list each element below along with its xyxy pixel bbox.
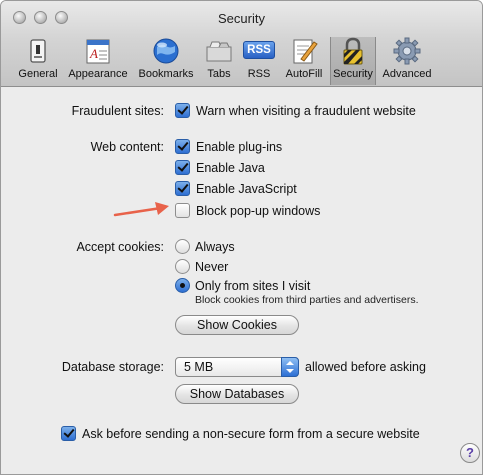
checkbox-box[interactable]: [175, 160, 190, 175]
checkbox-box[interactable]: [175, 181, 190, 196]
title-bar: Security General A Appearance Bookmarks …: [1, 1, 482, 87]
cookies-always-radio[interactable]: Always: [175, 239, 235, 254]
show-databases-button[interactable]: Show Databases: [175, 384, 299, 404]
toolbar-advanced[interactable]: Advanced: [379, 37, 435, 85]
show-cookies-button[interactable]: Show Cookies: [175, 315, 299, 335]
accept-cookies-label: Accept cookies:: [76, 240, 164, 254]
help-button[interactable]: ?: [460, 443, 480, 463]
cookies-hint-text: Block cookies from third parties and adv…: [195, 294, 419, 306]
toolbar-appearance[interactable]: A Appearance: [65, 37, 131, 85]
checkbox-box[interactable]: [175, 203, 190, 218]
appearance-icon: A: [86, 39, 110, 64]
ask-nonsecure-form-checkbox[interactable]: Ask before sending a non-secure form fro…: [61, 426, 420, 441]
toolbar-tabs[interactable]: Tabs: [199, 37, 239, 85]
toolbar-bookmarks[interactable]: Bookmarks: [134, 37, 198, 85]
toolbar-security[interactable]: Security: [330, 37, 376, 85]
advanced-gear-icon: [393, 37, 421, 65]
toolbar-autofill[interactable]: AutoFill: [280, 37, 328, 85]
general-icon: [30, 39, 46, 63]
svg-text:A: A: [89, 46, 98, 61]
bookmarks-icon: [153, 38, 179, 64]
annotation-arrow-icon: [113, 202, 169, 217]
database-storage-label: Database storage:: [61, 360, 164, 374]
security-pane: Fraudulent sites: Warn when visiting a f…: [1, 87, 482, 474]
enable-plugins-checkbox[interactable]: Enable plug-ins: [175, 139, 282, 154]
radio-button[interactable]: [175, 259, 190, 274]
enable-java-checkbox[interactable]: Enable Java: [175, 160, 265, 175]
enable-javascript-checkbox[interactable]: Enable JavaScript: [175, 181, 297, 196]
radio-button[interactable]: [175, 278, 190, 293]
radio-button[interactable]: [175, 239, 190, 254]
toolbar-general[interactable]: General: [15, 37, 61, 85]
checkbox-box[interactable]: [175, 139, 190, 154]
cookies-never-radio[interactable]: Never: [175, 259, 228, 274]
database-storage-suffix: allowed before asking: [305, 360, 426, 374]
checkbox-box[interactable]: [175, 103, 190, 118]
security-lock-icon: [343, 37, 363, 65]
web-content-label: Web content:: [90, 140, 164, 154]
rss-icon: RSS: [243, 41, 275, 59]
security-preferences-window: Security General A Appearance Bookmarks …: [0, 0, 483, 475]
fraudulent-sites-label: Fraudulent sites:: [71, 104, 164, 118]
toolbar-rss[interactable]: RSS RSS: [241, 37, 277, 85]
select-stepper-icon: [281, 357, 299, 377]
database-storage-select[interactable]: 5 MB: [175, 357, 299, 377]
window-title: Security: [218, 11, 265, 26]
warn-fraudulent-checkbox[interactable]: Warn when visiting a fraudulent website: [175, 103, 416, 118]
tabs-icon: [206, 41, 232, 62]
autofill-icon: [293, 39, 318, 64]
cookies-only-visited-radio[interactable]: Only from sites I visit: [175, 278, 310, 293]
block-popups-checkbox[interactable]: Block pop-up windows: [175, 203, 320, 218]
checkbox-box[interactable]: [61, 426, 76, 441]
